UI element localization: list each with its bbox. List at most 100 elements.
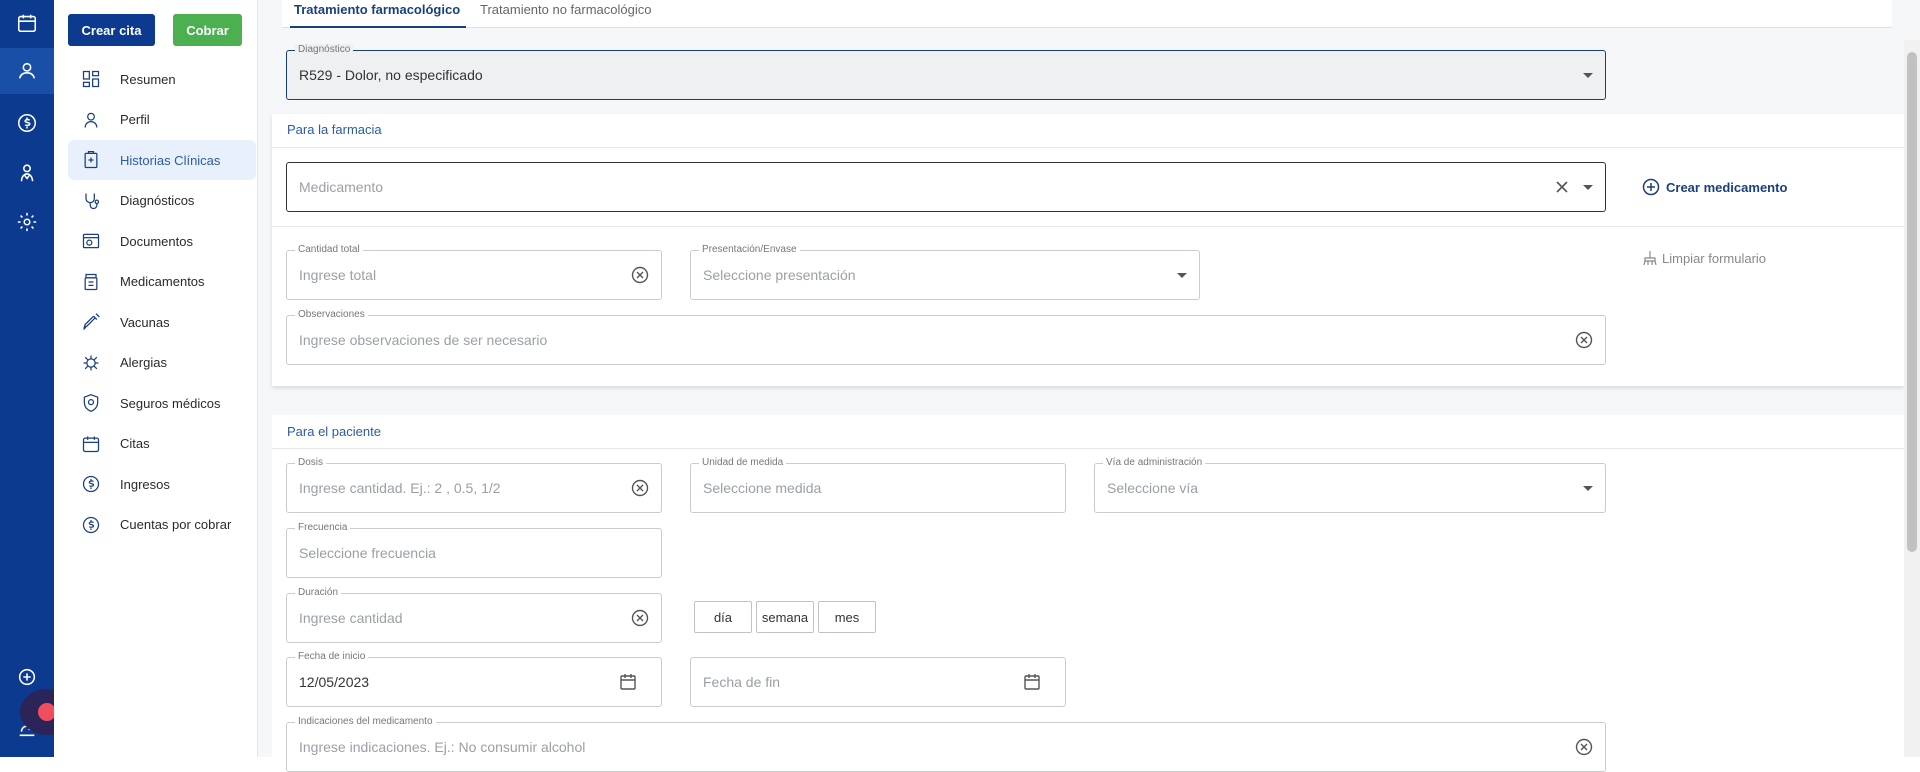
sidebar-item-alergias[interactable]: Alergias bbox=[68, 343, 256, 383]
clear-circle-icon[interactable] bbox=[631, 266, 649, 284]
chevron-down-icon bbox=[1583, 486, 1593, 491]
tab-pharmacological[interactable]: Tratamiento farmacológico bbox=[294, 2, 460, 17]
diagnosis-select[interactable]: Diagnóstico R529 - Dolor, no especificad… bbox=[286, 44, 1606, 100]
clipboard-icon bbox=[80, 149, 102, 171]
syringe-icon bbox=[80, 311, 102, 333]
patients-icon[interactable] bbox=[0, 48, 54, 94]
divider bbox=[272, 226, 1904, 227]
duration-input[interactable]: Duración Ingrese cantidad bbox=[286, 587, 662, 643]
broom-icon bbox=[1643, 251, 1657, 266]
profile-icon bbox=[80, 109, 102, 131]
dose-input[interactable]: Dosis Ingrese cantidad. Ej.: 2 , 0.5, 1/… bbox=[286, 457, 662, 513]
duration-day-button[interactable]: día bbox=[694, 601, 752, 633]
observations-input[interactable]: Observaciones Ingrese observaciones de s… bbox=[286, 309, 1606, 365]
sidebar-item-medicamentos[interactable]: Medicamentos bbox=[68, 262, 256, 302]
close-icon[interactable] bbox=[1555, 180, 1569, 194]
sidebar-item-perfil[interactable]: Perfil bbox=[68, 100, 256, 140]
observations-placeholder: Ingrese observaciones de ser necesario bbox=[299, 332, 548, 348]
duration-week-button[interactable]: semana bbox=[756, 601, 814, 633]
calendar-icon[interactable] bbox=[1023, 673, 1041, 691]
sidebar-item-label: Cuentas por cobrar bbox=[120, 517, 232, 532]
start-date-label: Fecha de inicio bbox=[295, 651, 369, 662]
active-tab-indicator bbox=[290, 26, 466, 28]
pill-bottle-icon bbox=[80, 271, 102, 293]
medication-select[interactable]: Medicamento bbox=[286, 162, 1606, 212]
start-date-value: 12/05/2023 bbox=[299, 674, 370, 690]
unit-label: Unidad de medida bbox=[699, 457, 787, 468]
clear-form-label: Limpiar formulario bbox=[1662, 250, 1767, 266]
scrollbar[interactable] bbox=[1904, 40, 1920, 757]
chevron-down-icon bbox=[1583, 185, 1593, 190]
sidebar-item-historias[interactable]: Historias Clínicas bbox=[68, 140, 256, 180]
dashboard-icon bbox=[80, 68, 102, 90]
sidebar-item-citas[interactable]: Citas bbox=[68, 424, 256, 464]
clear-circle-icon[interactable] bbox=[1575, 331, 1593, 349]
sidebar-item-label: Ingresos bbox=[120, 476, 170, 492]
calendar-icon[interactable] bbox=[0, 0, 54, 46]
sidebar-item-vacunas[interactable]: Vacunas bbox=[68, 302, 256, 342]
stethoscope-icon bbox=[80, 190, 102, 212]
sidebar-item-documentos[interactable]: Documentos bbox=[68, 221, 256, 261]
create-medication-label: Crear medicamento bbox=[1666, 179, 1788, 195]
sidebar-item-label: Documentos bbox=[120, 233, 193, 249]
sidebar-item-label: Citas bbox=[120, 436, 150, 451]
medication-placeholder: Medicamento bbox=[299, 179, 384, 195]
sidebar-item-diagnosticos[interactable]: Diagnósticos bbox=[68, 181, 256, 221]
patient-section: Para el paciente Dosis Ingrese cantidad.… bbox=[272, 415, 1904, 772]
sidebar-item-label: Vacunas bbox=[120, 314, 170, 330]
shield-icon bbox=[80, 392, 102, 414]
sidebar-item-ingresos[interactable]: Ingresos bbox=[68, 464, 256, 504]
treatment-tabs: Tratamiento farmacológico Tratamiento no… bbox=[282, 0, 1892, 28]
scrollbar-thumb[interactable] bbox=[1907, 52, 1917, 552]
start-date-input[interactable]: Fecha de inicio 12/05/2023 bbox=[286, 651, 662, 707]
charge-button[interactable]: Cobrar bbox=[173, 14, 242, 46]
indications-label: Indicaciones del medicamento bbox=[295, 716, 436, 727]
presentation-label: Presentación/Envase bbox=[699, 244, 800, 255]
sidebar-item-label: Diagnósticos bbox=[120, 193, 195, 208]
clear-circle-icon[interactable] bbox=[631, 609, 649, 627]
dollar-icon[interactable] bbox=[0, 100, 54, 146]
frequency-label: Frecuencia bbox=[295, 522, 351, 533]
dose-placeholder: Ingrese cantidad. Ej.: 2 , 0.5, 1/2 bbox=[299, 480, 501, 496]
clear-circle-icon[interactable] bbox=[631, 479, 649, 497]
divider bbox=[272, 448, 1904, 449]
sidebar-item-seguros[interactable]: Seguros médicos bbox=[68, 383, 256, 423]
sidebar-menu: Resumen Perfil Historias Clínicas Diagnó… bbox=[68, 59, 256, 545]
calendar-icon bbox=[80, 433, 102, 455]
app-rail bbox=[0, 0, 54, 757]
end-date-placeholder: Fecha de fin bbox=[703, 674, 781, 690]
gear-icon[interactable] bbox=[0, 199, 54, 245]
tab-non-pharmacological[interactable]: Tratamiento no farmacológico bbox=[480, 2, 652, 17]
observations-label: Observaciones bbox=[295, 309, 368, 320]
route-placeholder: Seleccione vía bbox=[1107, 480, 1199, 496]
main-content: Tratamiento farmacológico Tratamiento no… bbox=[258, 0, 1920, 772]
create-appointment-button[interactable]: Crear cita bbox=[68, 14, 155, 46]
calendar-icon[interactable] bbox=[619, 673, 637, 691]
clear-form-button[interactable]: Limpiar formulario bbox=[1642, 250, 1766, 266]
total-quantity-input[interactable]: Cantidad total Ingrese total bbox=[286, 244, 662, 300]
frequency-select[interactable]: Frecuencia Seleccione frecuencia bbox=[286, 522, 662, 578]
divider bbox=[272, 147, 1904, 148]
sidebar-item-resumen[interactable]: Resumen bbox=[68, 59, 256, 99]
pharmacy-section: Para la farmacia Medicamento Crear medic… bbox=[272, 114, 1904, 386]
unit-placeholder: Seleccione medida bbox=[703, 480, 822, 496]
presentation-select[interactable]: Presentación/Envase Seleccione presentac… bbox=[690, 244, 1200, 300]
clear-circle-icon[interactable] bbox=[1575, 738, 1593, 756]
end-date-input[interactable]: Fecha de fin bbox=[690, 657, 1066, 707]
create-medication-button[interactable]: Crear medicamento bbox=[1642, 178, 1787, 196]
dose-label: Dosis bbox=[295, 457, 327, 468]
doctor-icon[interactable] bbox=[0, 150, 54, 196]
sidebar-item-label: Historias Clínicas bbox=[120, 152, 221, 168]
dollar-icon bbox=[80, 514, 102, 536]
dollar-icon bbox=[80, 473, 102, 495]
sidebar-item-label: Perfil bbox=[120, 112, 150, 127]
diagnosis-value: R529 - Dolor, no especificado bbox=[299, 67, 483, 83]
unit-select[interactable]: Unidad de medida Seleccione medida bbox=[690, 457, 1066, 513]
duration-placeholder: Ingrese cantidad bbox=[299, 610, 403, 626]
duration-month-button[interactable]: mes bbox=[818, 601, 876, 633]
sidebar-item-label: Medicamentos bbox=[120, 274, 205, 289]
sidebar-item-cuentas[interactable]: Cuentas por cobrar bbox=[68, 505, 256, 545]
add-circle-icon bbox=[1642, 178, 1660, 196]
indications-input[interactable]: Indicaciones del medicamento Ingrese ind… bbox=[286, 716, 1606, 772]
route-select[interactable]: Vía de administración Seleccione vía bbox=[1094, 457, 1606, 513]
